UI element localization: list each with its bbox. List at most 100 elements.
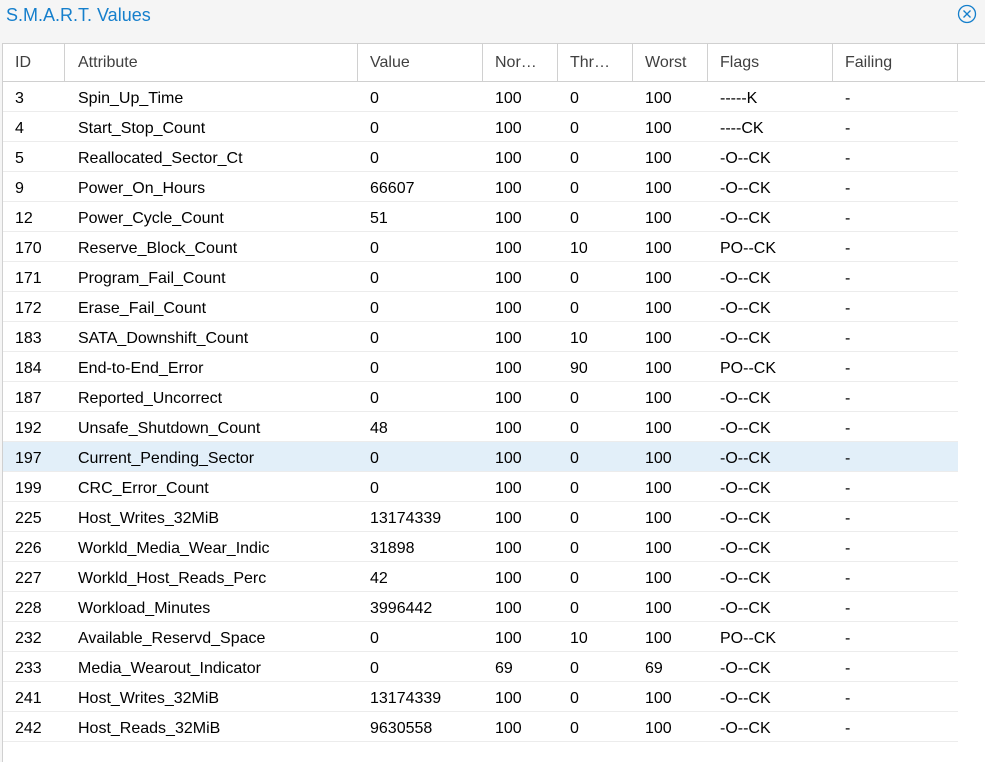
cell-threshold: 0 [570,570,579,587]
cell-normalized: 100 [495,390,522,407]
cell-normalized: 100 [495,150,522,167]
cell-flags: -O--CK [720,210,771,227]
cell-flags: -O--CK [720,330,771,347]
cell-attribute: CRC_Error_Count [78,480,209,497]
cell-worst: 100 [645,210,672,227]
cell-value: 9630558 [370,720,433,737]
cell-failing: - [845,510,851,527]
table-row[interactable]: 242 Host_Reads_32MiB 9630558 100 0 100 -O--CK - [3,712,958,742]
table-row[interactable]: 5 Reallocated_Sector_Ct 0 100 0 100 -O--CK - [3,142,958,172]
cell-attribute: Host_Writes_32MiB [78,690,220,707]
table-row[interactable]: 187 Reported_Uncorrect 0 100 0 100 -O--CK - [3,382,958,412]
cell-attribute: Host_Writes_32MiB [78,510,220,527]
cell-value: 0 [370,660,379,677]
cell-attribute: Available_Reservd_Space [78,630,266,647]
column-header-threshold[interactable]: Thr… [558,44,633,81]
cell-id: 9 [15,180,24,197]
table-row[interactable]: 183 SATA_Downshift_Count 0 100 10 100 -O--CK - [3,322,958,352]
cell-failing: - [845,270,851,287]
column-header-normalized[interactable]: Nor… [483,44,558,81]
cell-value: 48 [370,420,388,437]
table-row[interactable]: 171 Program_Fail_Count 0 100 0 100 -O--CK - [3,262,958,292]
cell-worst: 100 [645,720,672,737]
cell-worst: 100 [645,510,672,527]
table-row[interactable]: 233 Media_Wearout_Indicator 0 69 0 69 -O--CK - [3,652,958,682]
table-row[interactable]: 184 End-to-End_Error 0 100 90 100 PO--CK - [3,352,958,382]
column-header-id[interactable]: ID [3,44,65,81]
cell-flags: PO--CK [720,240,776,257]
cell-threshold: 10 [570,330,588,347]
table-row[interactable]: 12 Power_Cycle_Count 51 100 0 100 -O--CK - [3,202,958,232]
cell-flags: PO--CK [720,630,776,647]
table-row[interactable]: 192 Unsafe_Shutdown_Count 48 100 0 100 -O--CK - [3,412,958,442]
table-row[interactable]: 228 Workload_Minutes 3996442 100 0 100 -O--CK - [3,592,958,622]
cell-id: 192 [15,420,42,437]
cell-worst: 100 [645,150,672,167]
close-circle-icon [957,4,977,24]
cell-value: 0 [370,360,379,377]
cell-flags: -O--CK [720,720,771,737]
cell-normalized: 100 [495,510,522,527]
table-row[interactable]: 3 Spin_Up_Time 0 100 0 100 -----K - [3,82,958,112]
cell-value: 31898 [370,540,415,557]
cell-flags: -O--CK [720,180,771,197]
cell-id: 12 [15,210,33,227]
cell-threshold: 0 [570,210,579,227]
table-row[interactable]: 225 Host_Writes_32MiB 13174339 100 0 100 -O--C… [3,502,958,532]
cell-value: 0 [370,630,379,647]
cell-attribute: Workload_Minutes [78,600,211,617]
column-header-failing[interactable]: Failing [833,44,958,81]
table-row[interactable]: 199 CRC_Error_Count 0 100 0 100 -O--CK - [3,472,958,502]
cell-threshold: 0 [570,390,579,407]
cell-id: 184 [15,360,42,377]
cell-threshold: 0 [570,480,579,497]
cell-id: 197 [15,450,42,467]
cell-failing: - [845,420,851,437]
cell-id: 228 [15,600,42,617]
cell-normalized: 100 [495,90,522,107]
table-row[interactable]: 172 Erase_Fail_Count 0 100 0 100 -O--CK - [3,292,958,322]
column-header-attribute[interactable]: Attribute [65,44,358,81]
vertical-scrollbar[interactable] [958,82,985,762]
table-row[interactable]: 241 Host_Writes_32MiB 13174339 100 0 100 -O--C… [3,682,958,712]
cell-flags: -O--CK [720,600,771,617]
cell-flags: -O--CK [720,570,771,587]
cell-failing: - [845,390,851,407]
cell-flags: -O--CK [720,420,771,437]
table-row[interactable]: 197 Current_Pending_Sector 0 100 0 100 -O--CK - [3,442,958,472]
column-header-worst[interactable]: Worst [633,44,708,81]
cell-attribute: Reserve_Block_Count [78,240,238,257]
cell-attribute: Power_On_Hours [78,180,206,197]
grid-body: 3 Spin_Up_Time 0 100 0 100 -----K -4 Start_Stop_… [3,82,958,742]
cell-id: 183 [15,330,42,347]
cell-failing: - [845,90,851,107]
cell-flags: PO--CK [720,360,776,377]
column-header-value[interactable]: Value [358,44,483,81]
cell-worst: 100 [645,690,672,707]
cell-threshold: 0 [570,720,579,737]
column-header-flags[interactable]: Flags [708,44,833,81]
table-row[interactable]: 227 Workld_Host_Reads_Perc 42 100 0 100 -O--CK… [3,562,958,592]
cell-id: 232 [15,630,42,647]
window-titlebar: S.M.A.R.T. Values [0,0,985,36]
cell-normalized: 100 [495,270,522,287]
cell-failing: - [845,150,851,167]
cell-failing: - [845,360,851,377]
cell-failing: - [845,600,851,617]
cell-threshold: 0 [570,540,579,557]
cell-normalized: 100 [495,540,522,557]
cell-threshold: 0 [570,120,579,137]
cell-worst: 100 [645,420,672,437]
table-row[interactable]: 170 Reserve_Block_Count 0 100 10 100 PO--CK - [3,232,958,262]
cell-id: 227 [15,570,42,587]
cell-id: 4 [15,120,24,137]
cell-attribute: Program_Fail_Count [78,270,226,287]
table-row[interactable]: 232 Available_Reservd_Space 0 100 10 100 PO--C… [3,622,958,652]
table-row[interactable]: 9 Power_On_Hours 66607 100 0 100 -O--CK - [3,172,958,202]
cell-value: 13174339 [370,510,442,527]
table-row[interactable]: 226 Workld_Media_Wear_Indic 31898 100 0 100 -O… [3,532,958,562]
table-row[interactable]: 4 Start_Stop_Count 0 100 0 100 ----CK - [3,112,958,142]
close-button[interactable] [957,4,977,24]
cell-attribute: SATA_Downshift_Count [78,330,249,347]
cell-threshold: 90 [570,360,588,377]
